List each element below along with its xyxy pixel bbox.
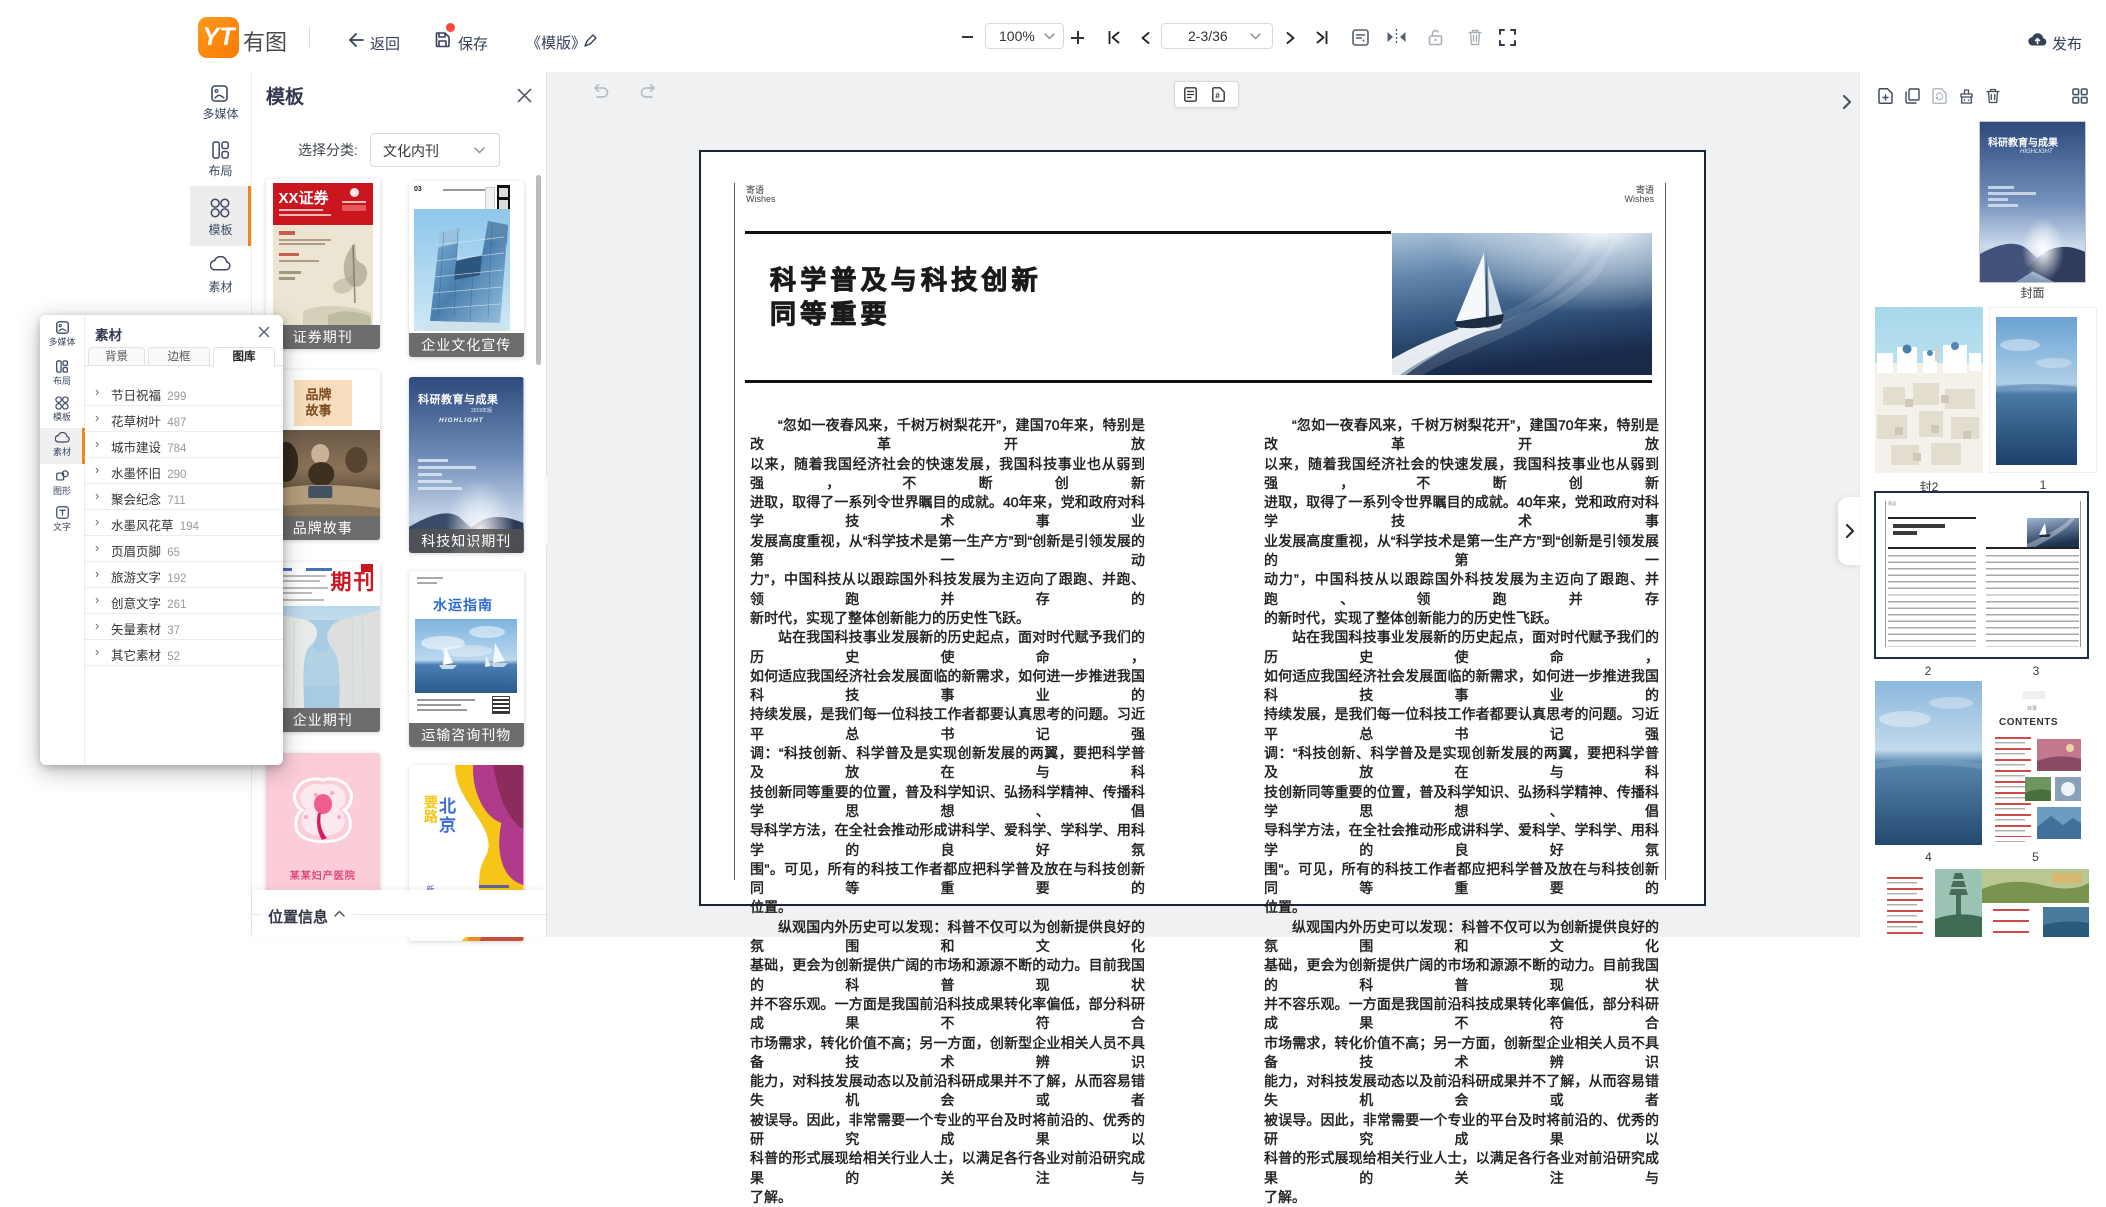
svg-text:#: #	[1215, 92, 1220, 101]
